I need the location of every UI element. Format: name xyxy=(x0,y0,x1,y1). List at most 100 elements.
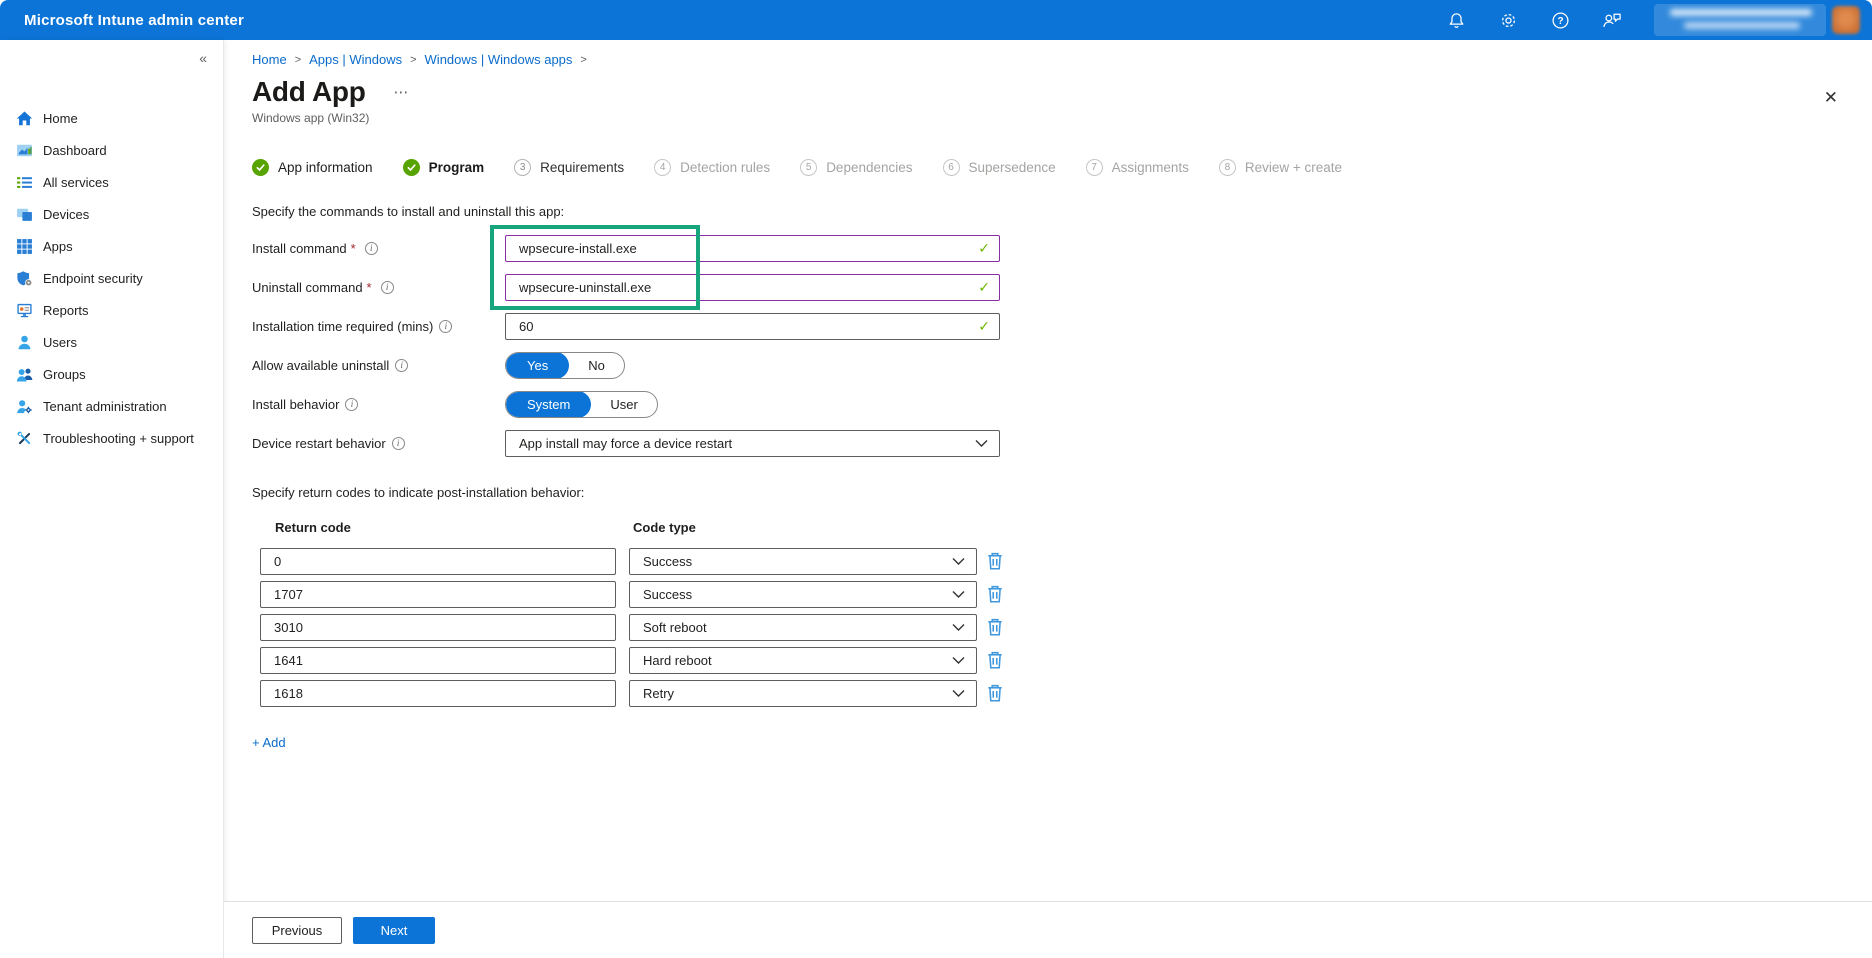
install-behavior-user[interactable]: User xyxy=(591,391,656,418)
sidebar-item-label: Devices xyxy=(43,207,89,222)
code-type-value: Success xyxy=(643,554,692,569)
previous-button[interactable]: Previous xyxy=(252,917,342,944)
sidebar-item-all-services[interactable]: All services xyxy=(0,166,223,198)
breadcrumb-separator: > xyxy=(295,54,301,66)
uninstall-command-label: Uninstall command* i xyxy=(252,280,505,295)
step-requirements[interactable]: 3 Requirements xyxy=(514,159,624,176)
account-menu[interactable] xyxy=(1654,4,1860,36)
user-icon xyxy=(16,334,33,351)
sidebar-item-groups[interactable]: Groups xyxy=(0,358,223,390)
breadcrumb-home[interactable]: Home xyxy=(252,52,287,67)
step-number: 6 xyxy=(943,159,960,176)
step-label: Review + create xyxy=(1245,160,1342,175)
breadcrumb-separator: > xyxy=(410,54,416,66)
sidebar-item-home[interactable]: Home xyxy=(0,102,223,134)
sidebar-item-tenant-administration[interactable]: Tenant administration xyxy=(0,390,223,422)
sidebar-item-reports[interactable]: Reports xyxy=(0,294,223,326)
add-return-code-button[interactable]: + Add xyxy=(252,735,286,750)
sidebar: « Home Dashboard All services xyxy=(0,40,224,958)
next-button[interactable]: Next xyxy=(353,917,435,944)
step-assignments: 7 Assignments xyxy=(1086,159,1189,176)
return-code-input[interactable] xyxy=(274,620,606,635)
close-icon[interactable]: ✕ xyxy=(1824,88,1838,108)
delete-row-icon[interactable] xyxy=(986,683,1006,705)
code-type-dropdown[interactable]: Success xyxy=(629,548,977,575)
return-code-input[interactable] xyxy=(274,653,606,668)
sidebar-nav: Home Dashboard All services Devices xyxy=(0,102,223,454)
allow-uninstall-yes[interactable]: Yes xyxy=(506,352,569,379)
step-number: 8 xyxy=(1219,159,1236,176)
info-icon[interactable]: i xyxy=(395,359,408,372)
sidebar-item-label: Apps xyxy=(43,239,73,254)
code-type-dropdown[interactable]: Retry xyxy=(629,680,977,707)
install-command-input[interactable] xyxy=(519,241,970,256)
chevron-down-icon xyxy=(952,590,965,599)
allow-uninstall-no[interactable]: No xyxy=(569,352,624,379)
breadcrumb-windows-apps[interactable]: Windows | Windows apps xyxy=(425,52,573,67)
valid-check-icon: ✓ xyxy=(978,318,990,335)
step-label: Assignments xyxy=(1112,160,1189,175)
step-complete-check-icon xyxy=(252,159,269,176)
wizard-footer: Previous Next xyxy=(224,901,1872,958)
breadcrumb-apps-windows[interactable]: Apps | Windows xyxy=(309,52,402,67)
info-icon[interactable]: i xyxy=(345,398,358,411)
group-icon xyxy=(16,366,33,383)
sidebar-item-label: Home xyxy=(43,111,78,126)
valid-check-icon: ✓ xyxy=(978,279,990,296)
step-app-information[interactable]: App information xyxy=(252,159,373,176)
return-code-field-wrap xyxy=(260,614,616,641)
info-icon[interactable]: i xyxy=(439,320,452,333)
all-services-icon xyxy=(16,174,33,191)
step-complete-check-icon xyxy=(403,159,420,176)
step-label: Dependencies xyxy=(826,160,912,175)
return-code-input[interactable] xyxy=(274,554,606,569)
more-options-icon[interactable]: ⋯ xyxy=(394,83,411,101)
sidebar-item-apps[interactable]: Apps xyxy=(0,230,223,262)
sidebar-item-troubleshooting[interactable]: Troubleshooting + support xyxy=(0,422,223,454)
sidebar-item-dashboard[interactable]: Dashboard xyxy=(0,134,223,166)
return-code-field-wrap xyxy=(260,647,616,674)
table-row: Soft reboot xyxy=(260,614,1872,641)
install-time-input[interactable] xyxy=(519,319,970,334)
dashboard-icon xyxy=(16,142,33,159)
info-icon[interactable]: i xyxy=(392,437,405,450)
feedback-icon[interactable] xyxy=(1601,9,1623,31)
gear-icon[interactable] xyxy=(1497,9,1519,31)
uninstall-command-field-wrap: ✓ xyxy=(505,274,1000,301)
device-restart-dropdown[interactable]: App install may force a device restart xyxy=(505,430,1000,457)
delete-row-icon[interactable] xyxy=(986,650,1006,672)
sidebar-item-devices[interactable]: Devices xyxy=(0,198,223,230)
return-code-input[interactable] xyxy=(274,587,606,602)
sidebar-collapse-icon[interactable]: « xyxy=(199,50,207,66)
delete-row-icon[interactable] xyxy=(986,617,1006,639)
step-program[interactable]: Program xyxy=(403,159,485,176)
table-row: Success xyxy=(260,548,1872,575)
table-row: Hard reboot xyxy=(260,647,1872,674)
code-type-dropdown[interactable]: Success xyxy=(629,581,977,608)
install-behavior-system[interactable]: System xyxy=(506,391,591,418)
code-type-value: Retry xyxy=(643,686,674,701)
code-type-value: Success xyxy=(643,587,692,602)
info-icon[interactable]: i xyxy=(365,242,378,255)
return-code-field-wrap xyxy=(260,680,616,707)
delete-row-icon[interactable] xyxy=(986,551,1006,573)
chevron-down-icon xyxy=(975,439,988,448)
sidebar-item-label: Groups xyxy=(43,367,86,382)
code-type-dropdown[interactable]: Hard reboot xyxy=(629,647,977,674)
return-code-input[interactable] xyxy=(274,686,606,701)
chevron-down-icon xyxy=(952,689,965,698)
chevron-down-icon xyxy=(952,623,965,632)
troubleshooting-icon xyxy=(16,430,33,447)
delete-row-icon[interactable] xyxy=(986,584,1006,606)
step-number: 4 xyxy=(654,159,671,176)
breadcrumb: Home > Apps | Windows > Windows | Window… xyxy=(252,52,1872,67)
info-icon[interactable]: i xyxy=(381,281,394,294)
help-icon[interactable]: ? xyxy=(1549,9,1571,31)
sidebar-item-endpoint-security[interactable]: Endpoint security xyxy=(0,262,223,294)
avatar[interactable] xyxy=(1832,6,1860,34)
bell-icon[interactable] xyxy=(1445,9,1467,31)
sidebar-item-users[interactable]: Users xyxy=(0,326,223,358)
code-type-dropdown[interactable]: Soft reboot xyxy=(629,614,977,641)
uninstall-command-input[interactable] xyxy=(519,280,970,295)
allow-uninstall-toggle: Yes No xyxy=(505,352,625,379)
